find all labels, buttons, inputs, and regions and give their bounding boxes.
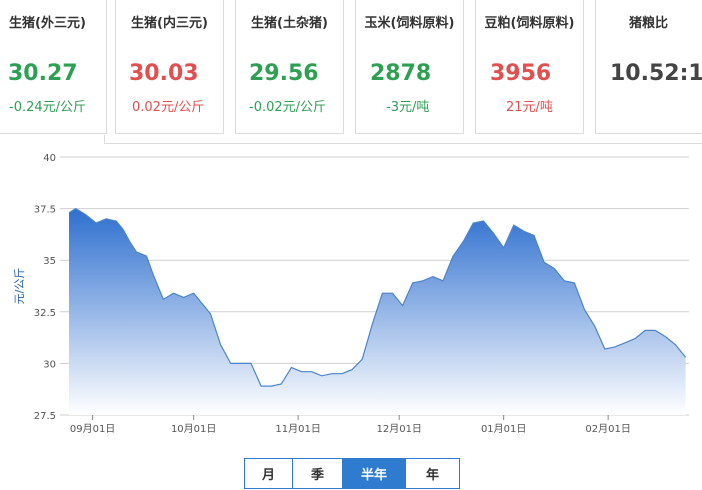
card-change: -3元/吨 [386, 100, 430, 115]
y-tick-label: 30 [43, 359, 56, 370]
range-month-button[interactable]: 月 [245, 459, 293, 488]
cards-divider [104, 135, 702, 144]
y-tick-label: 32.5 [34, 308, 56, 319]
x-tick-label: 09月01日 [70, 423, 115, 435]
card-pig-grain-ratio[interactable]: 猪粮比 10.52:1 [595, 0, 702, 134]
x-tick-label: 02月01日 [585, 423, 630, 435]
card-pig-local[interactable]: 生猪(土杂猪) 29.56 -0.02元/公斤 [235, 0, 344, 134]
price-area-chart: 27.5 30 32.5 35 37.5 40 09月01日 10月01日 11月01日 12月0… [13, 153, 689, 435]
range-selector: 月 季 半年 年 [244, 458, 460, 489]
card-price: 2878 [370, 61, 432, 86]
card-title: 生猪(土杂猪) [251, 16, 328, 31]
y-tick-label: 40 [43, 153, 56, 164]
card-title: 豆粕(饲料原料) [484, 16, 575, 31]
x-tick-label: 10月01日 [171, 423, 216, 435]
x-tick-label: 01月01日 [481, 423, 526, 435]
card-title: 生猪(内三元) [131, 16, 208, 31]
card-change: -0.24元/公斤 [9, 100, 87, 115]
y-tick-label: 27.5 [34, 411, 56, 422]
card-change: -0.02元/公斤 [249, 100, 327, 115]
price-cards: 生猪(外三元) 30.27 -0.24元/公斤 生猪(内三元) 30.03 0.… [0, 0, 702, 145]
y-tick-label: 37.5 [34, 205, 56, 216]
x-tick-label: 11月01日 [275, 423, 320, 435]
y-axis-label: 元/公斤 [13, 268, 26, 305]
card-corn[interactable]: 玉米(饲料原料) 2878 -3元/吨 [355, 0, 464, 134]
card-pig-inner[interactable]: 生猪(内三元) 30.03 0.02元/公斤 [115, 0, 224, 134]
card-pig-outer[interactable]: 生猪(外三元) 30.27 -0.24元/公斤 [0, 0, 107, 134]
card-price: 10.52:1 [610, 61, 702, 86]
card-price: 3956 [490, 61, 552, 86]
card-title: 猪粮比 [629, 16, 669, 31]
card-soymeal[interactable]: 豆粕(饲料原料) 3956 21元/吨 [475, 0, 584, 134]
range-quarter-button[interactable]: 季 [293, 459, 343, 488]
range-year-button[interactable]: 年 [406, 459, 459, 488]
card-title: 玉米(饲料原料) [364, 16, 455, 31]
card-price: 29.56 [249, 61, 319, 86]
card-price: 30.27 [8, 61, 78, 86]
range-half-year-button[interactable]: 半年 [343, 459, 406, 488]
card-change: 0.02元/公斤 [132, 100, 205, 115]
card-title: 生猪(外三元) [9, 16, 86, 31]
card-price: 30.03 [129, 61, 199, 86]
x-tick-label: 12月01日 [376, 423, 421, 435]
card-change: 21元/吨 [506, 100, 553, 115]
y-tick-label: 35 [43, 256, 56, 267]
